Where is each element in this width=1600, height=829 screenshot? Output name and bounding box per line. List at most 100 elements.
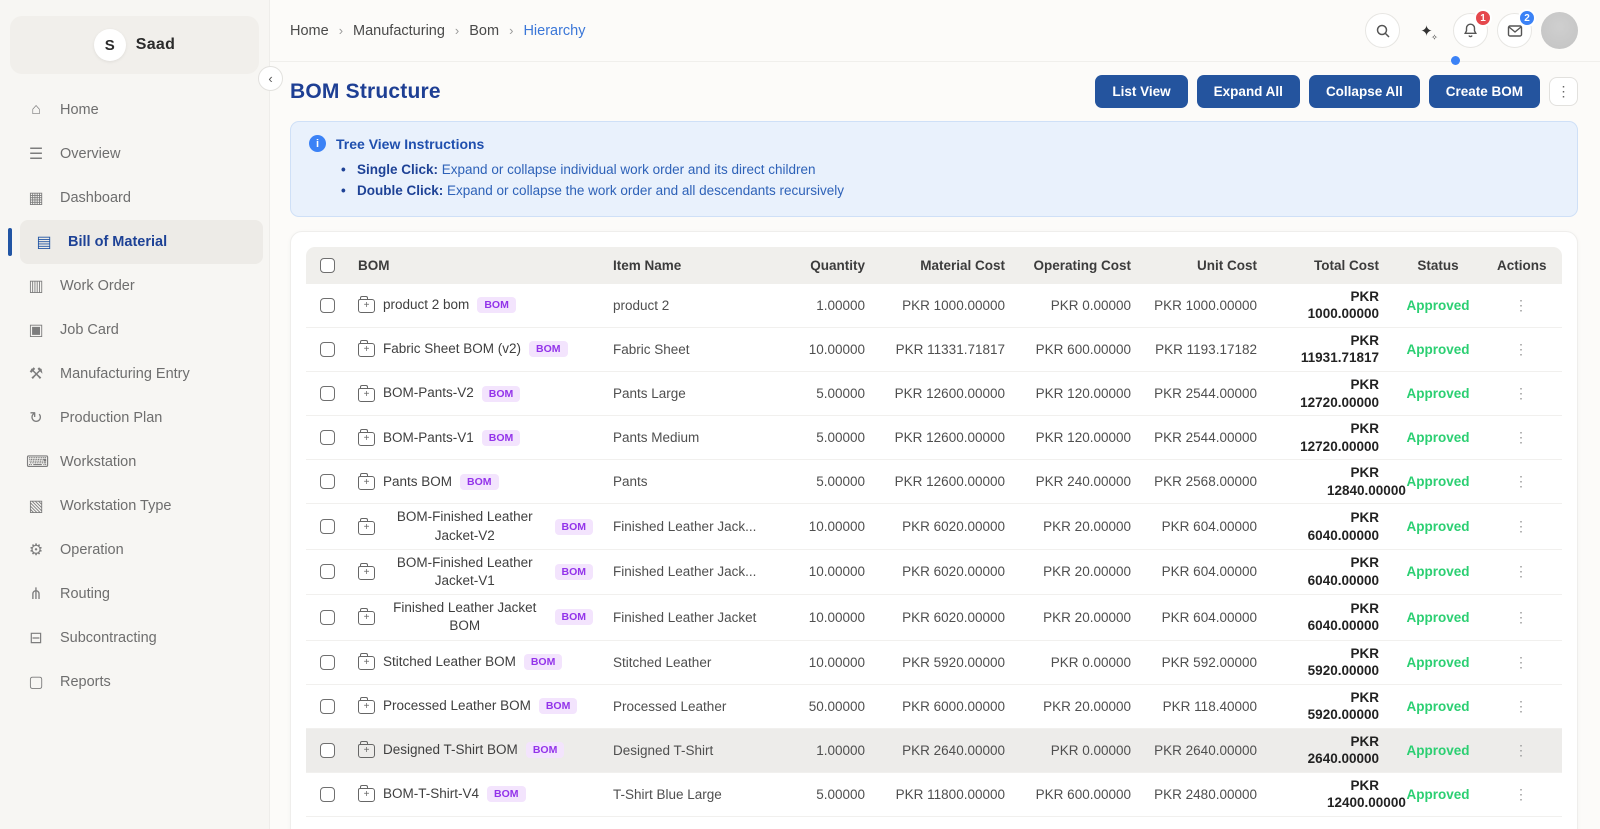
list-view-button[interactable]: List View: [1095, 75, 1187, 108]
breadcrumb-separator: ›: [509, 23, 513, 38]
sidebar-item-work-order[interactable]: ▥Work Order: [0, 264, 269, 308]
bom-badge: BOM: [460, 474, 499, 490]
sidebar-item-workstation-type[interactable]: ▧Workstation Type: [0, 484, 269, 528]
row-actions-menu-button[interactable]: ⋮: [1514, 473, 1528, 489]
bom-name[interactable]: BOM-Finished Leather Jacket-V2: [383, 508, 547, 544]
row-actions-menu-button[interactable]: ⋮: [1514, 385, 1528, 401]
instructions-title: Tree View Instructions: [336, 136, 484, 152]
bom-name[interactable]: Designed T-Shirt BOM: [383, 741, 518, 759]
row-checkbox[interactable]: [320, 519, 335, 534]
row-checkbox[interactable]: [320, 474, 335, 489]
row-checkbox[interactable]: [320, 655, 335, 670]
sidebar-collapse-button[interactable]: ‹: [258, 66, 283, 91]
table-row[interactable]: +Finished Leather Jacket BOMBOMFinished …: [306, 595, 1562, 640]
row-actions-menu-button[interactable]: ⋮: [1514, 698, 1528, 714]
material-cost-cell: PKR 6020.00000: [875, 519, 1015, 534]
table-row[interactable]: +product 2 bomBOMproduct 21.00000PKR 100…: [306, 284, 1562, 328]
item-name-cell: Finished Leather Jack...: [603, 564, 775, 579]
sidebar-item-job-card[interactable]: ▣Job Card: [0, 308, 269, 352]
status-badge: Approved: [1406, 564, 1469, 579]
breadcrumb-manufacturing[interactable]: Manufacturing: [353, 23, 445, 39]
search-button[interactable]: [1365, 13, 1400, 48]
actions-cell: ⋮: [1487, 742, 1555, 759]
sidebar-item-overview[interactable]: ☰Overview: [0, 132, 269, 176]
total-cost-value: PKR 12400.00000: [1327, 777, 1379, 812]
folder-plus-icon: +: [358, 656, 375, 670]
bom-cell: +BOM-T-Shirt-V4BOM: [348, 785, 603, 803]
row-checkbox[interactable]: [320, 298, 335, 313]
row-checkbox[interactable]: [320, 743, 335, 758]
sidebar-item-home[interactable]: ⌂Home: [0, 88, 269, 132]
breadcrumb-hierarchy[interactable]: Hierarchy: [523, 23, 585, 39]
table-row[interactable]: +BOM-Pants-V2BOMPants Large5.00000PKR 12…: [306, 372, 1562, 416]
bom-name[interactable]: Pants BOM: [383, 473, 452, 491]
status-badge: Approved: [1406, 743, 1469, 758]
sidebar-item-workstation[interactable]: ⌨Workstation: [0, 440, 269, 484]
sidebar-item-production-plan[interactable]: ↻Production Plan: [0, 396, 269, 440]
user-avatar[interactable]: [1541, 12, 1578, 49]
table-row[interactable]: +Stitched Leather BOMBOMStitched Leather…: [306, 641, 1562, 685]
column-header-unit-cost: Unit Cost: [1141, 258, 1267, 273]
sidebar-item-dashboard[interactable]: ▦Dashboard: [0, 176, 269, 220]
bom-name[interactable]: Finished Leather Jacket BOM: [383, 599, 547, 635]
expand-all-button[interactable]: Expand All: [1197, 75, 1300, 108]
status-cell: Approved: [1389, 699, 1487, 714]
row-actions-menu-button[interactable]: ⋮: [1514, 609, 1528, 625]
row-checkbox[interactable]: [320, 699, 335, 714]
subcontracting-icon: ⊟: [26, 628, 46, 648]
bom-name[interactable]: Fabric Sheet BOM (v2): [383, 340, 521, 358]
table-row[interactable]: +Processed Leather BOMBOMProcessed Leath…: [306, 685, 1562, 729]
header-more-menu-button[interactable]: ⋮: [1549, 77, 1578, 106]
row-actions-menu-button[interactable]: ⋮: [1514, 297, 1528, 313]
row-actions-menu-button[interactable]: ⋮: [1514, 654, 1528, 670]
material-cost-cell: PKR 5920.00000: [875, 655, 1015, 670]
messages-button[interactable]: 2: [1497, 13, 1532, 48]
dashboard-icon: ▦: [26, 188, 46, 208]
sidebar-item-reports[interactable]: ▢Reports: [0, 660, 269, 704]
breadcrumb-bom[interactable]: Bom: [469, 23, 499, 39]
bom-name[interactable]: Processed Leather BOM: [383, 697, 531, 715]
bom-name[interactable]: BOM-Finished Leather Jacket-V1: [383, 554, 547, 590]
table-header-row: BOMItem NameQuantityMaterial CostOperati…: [306, 247, 1562, 284]
bom-name[interactable]: BOM-Pants-V1: [383, 429, 474, 447]
table-row[interactable]: +Pants BOMBOMPants5.00000PKR 12600.00000…: [306, 460, 1562, 504]
collapse-all-button[interactable]: Collapse All: [1309, 75, 1420, 108]
row-checkbox[interactable]: [320, 787, 335, 802]
row-actions-menu-button[interactable]: ⋮: [1514, 429, 1528, 445]
row-checkbox[interactable]: [320, 386, 335, 401]
table-row[interactable]: +BOM-T-Shirt-V4BOMT-Shirt Blue Large5.00…: [306, 773, 1562, 817]
bom-name[interactable]: BOM-T-Shirt-V4: [383, 785, 479, 803]
table-row[interactable]: +Fabric Sheet BOM (v2)BOMFabric Sheet10.…: [306, 328, 1562, 372]
bom-name[interactable]: product 2 bom: [383, 296, 469, 314]
row-checkbox[interactable]: [320, 342, 335, 357]
select-all-checkbox[interactable]: [320, 258, 335, 273]
table-row[interactable]: +BOM-Finished Leather Jacket-V2BOMFinish…: [306, 504, 1562, 549]
row-checkbox[interactable]: [320, 610, 335, 625]
sidebar-item-manufacturing-entry[interactable]: ⚒Manufacturing Entry: [0, 352, 269, 396]
actions-cell: ⋮: [1487, 473, 1555, 490]
row-actions-menu-button[interactable]: ⋮: [1514, 341, 1528, 357]
topbar-icons: ✦ 1 2: [1365, 12, 1578, 49]
row-checkbox[interactable]: [320, 430, 335, 445]
row-actions-menu-button[interactable]: ⋮: [1514, 786, 1528, 802]
row-actions-menu-button[interactable]: ⋮: [1514, 742, 1528, 758]
sidebar-item-operation[interactable]: ⚙Operation: [0, 528, 269, 572]
brand[interactable]: S Saad: [10, 16, 259, 74]
table-row[interactable]: +BOM-Finished Leather Jacket-V1BOMFinish…: [306, 550, 1562, 595]
ai-sparkle-button[interactable]: ✦: [1409, 13, 1444, 48]
actions-cell: ⋮: [1487, 786, 1555, 803]
table-row[interactable]: +BOM-Pants-V1BOMPants Medium5.00000PKR 1…: [306, 416, 1562, 460]
row-actions-menu-button[interactable]: ⋮: [1514, 518, 1528, 534]
notifications-button[interactable]: 1: [1453, 13, 1488, 48]
sidebar-item-bill-of-material[interactable]: ▤Bill of Material: [20, 220, 263, 264]
sidebar-item-subcontracting[interactable]: ⊟Subcontracting: [0, 616, 269, 660]
bom-badge: BOM: [482, 430, 521, 446]
bom-name[interactable]: Stitched Leather BOM: [383, 653, 516, 671]
sidebar-item-routing[interactable]: ⋔Routing: [0, 572, 269, 616]
breadcrumb-home[interactable]: Home: [290, 23, 329, 39]
row-checkbox[interactable]: [320, 564, 335, 579]
bom-name[interactable]: BOM-Pants-V2: [383, 384, 474, 402]
table-row[interactable]: +Designed T-Shirt BOMBOMDesigned T-Shirt…: [306, 729, 1562, 773]
create-bom-button[interactable]: Create BOM: [1429, 75, 1540, 108]
row-actions-menu-button[interactable]: ⋮: [1514, 563, 1528, 579]
